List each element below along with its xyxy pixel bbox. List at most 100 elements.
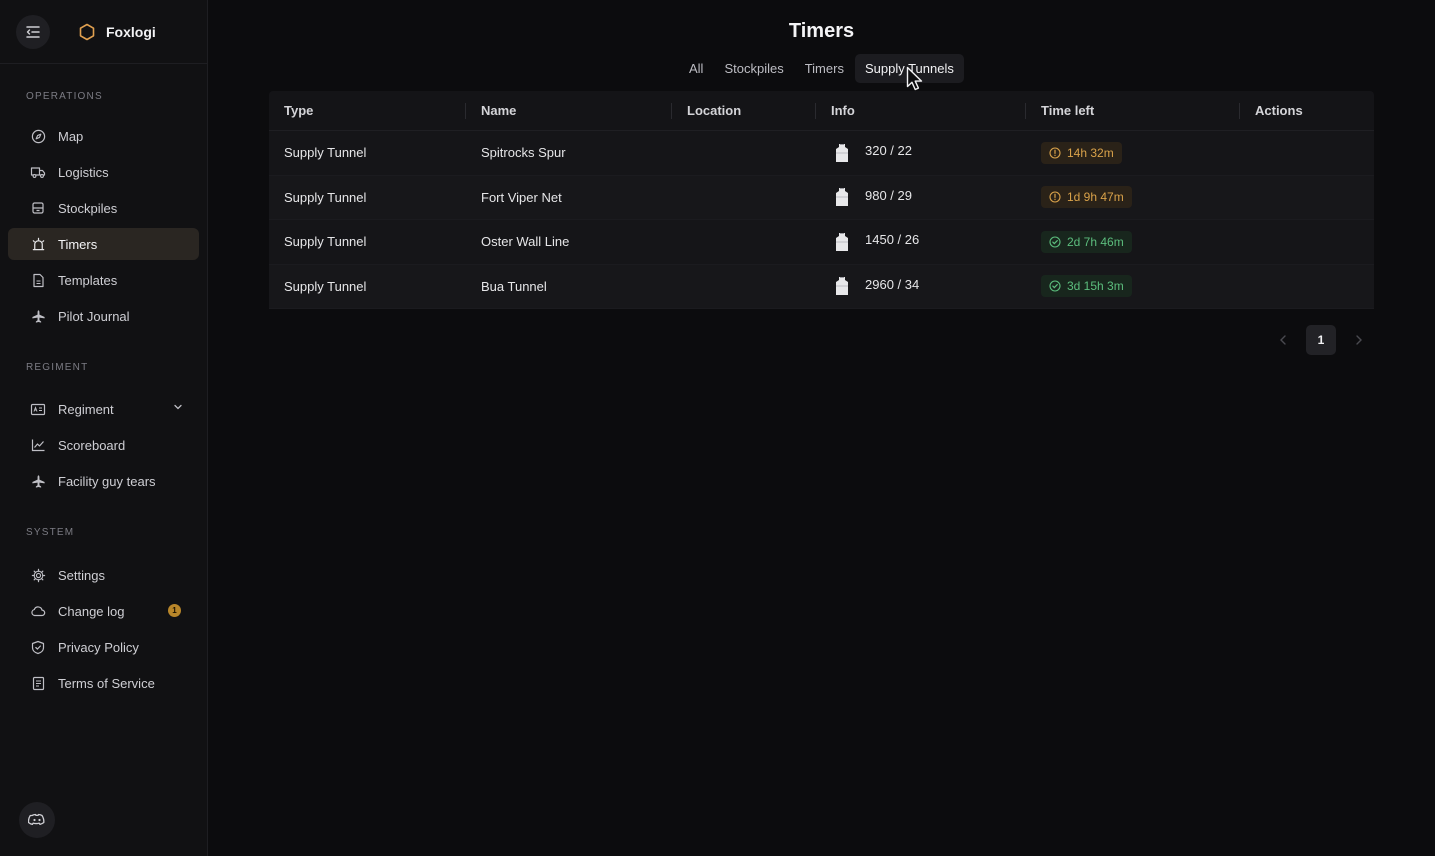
sidebar-item-templates[interactable]: Templates [8, 264, 199, 296]
column-header-location[interactable]: Location [671, 91, 815, 130]
sidebar-item-facility-guy-tears[interactable]: Facility guy tears [8, 465, 199, 497]
sidebar-item-timers[interactable]: Timers [8, 228, 199, 260]
sidebar-item-terms-of-service[interactable]: Terms of Service [8, 667, 199, 699]
check-circle-icon [1049, 280, 1061, 292]
info-value: 2960 / 34 [865, 276, 920, 292]
sidebar-item-label: Map [58, 128, 84, 144]
cell-type: Supply Tunnel [284, 278, 367, 294]
sidebar: Foxlogi OPERATIONS Map Logistics Stockpi… [0, 0, 208, 856]
cell-actions [1239, 176, 1374, 220]
id-card-icon [30, 401, 46, 417]
sidebar-item-scoreboard[interactable]: Scoreboard [8, 429, 199, 461]
sidebar-item-settings[interactable]: Settings [8, 559, 199, 591]
shield-check-icon [30, 639, 46, 655]
cell-time-left: 3d 15h 3m [1025, 265, 1239, 309]
sidebar-item-label: Scoreboard [58, 437, 126, 453]
sidebar-item-privacy-policy[interactable]: Privacy Policy [8, 631, 199, 663]
table-header: Type Name Location Info Time left Action… [269, 91, 1374, 131]
time-left-badge: 1d 9h 47m [1041, 186, 1132, 209]
tab-timers[interactable]: Timers [795, 54, 854, 83]
discord-button[interactable] [19, 802, 55, 838]
app-name: Foxlogi [106, 23, 156, 40]
notification-badge: 1 [168, 604, 181, 617]
chart-line-icon [30, 437, 46, 453]
section-label-operations: OPERATIONS [26, 91, 103, 102]
column-header-type[interactable]: Type [269, 91, 465, 130]
sidebar-item-label: Logistics [58, 164, 109, 180]
column-header-info[interactable]: Info [815, 91, 1025, 130]
sidebar-item-change-log[interactable]: Change log 1 [8, 595, 199, 627]
table-row[interactable]: Supply Tunnel Spitrocks Spur 320 / 22 14… [269, 131, 1374, 176]
sidebar-item-regiment[interactable]: Regiment [8, 393, 199, 425]
pagination: 1 [1272, 325, 1370, 355]
chevron-right-icon [1356, 335, 1362, 345]
collapse-sidebar-button[interactable] [16, 14, 50, 49]
sidebar-item-map[interactable]: Map [8, 120, 199, 152]
cell-actions [1239, 220, 1374, 264]
cell-time-left: 2d 7h 46m [1025, 220, 1239, 264]
section-label-system: SYSTEM [26, 527, 75, 538]
plane-icon [30, 308, 46, 324]
document-list-icon [30, 675, 46, 691]
time-left-value: 3d 15h 3m [1067, 279, 1124, 294]
table-row[interactable]: Supply Tunnel Bua Tunnel 2960 / 34 3d 15… [269, 264, 1374, 309]
discord-icon [28, 813, 45, 826]
cell-name: Bua Tunnel [481, 278, 547, 294]
section-label-regiment: REGIMENT [26, 362, 89, 373]
column-header-name[interactable]: Name [465, 91, 671, 130]
sidebar-item-label: Pilot Journal [58, 308, 130, 324]
column-header-actions: Actions [1239, 91, 1374, 130]
cell-name: Oster Wall Line [481, 234, 570, 250]
page-number-button[interactable]: 1 [1306, 325, 1336, 355]
gear-icon [30, 567, 46, 583]
cell-type: Supply Tunnel [284, 145, 367, 161]
timers-table: Type Name Location Info Time left Action… [269, 91, 1374, 309]
sidebar-item-label: Stockpiles [58, 200, 118, 216]
next-page-button[interactable] [1348, 326, 1370, 354]
cell-location [671, 176, 815, 220]
time-left-value: 2d 7h 46m [1067, 234, 1124, 249]
sidebar-item-logistics[interactable]: Logistics [8, 156, 199, 188]
check-circle-icon [1049, 236, 1061, 248]
clock-warning-icon [1049, 191, 1061, 203]
cell-location [671, 220, 815, 264]
supply-crate-icon [836, 143, 848, 162]
cell-info: 2960 / 34 [815, 265, 1025, 309]
truck-icon [30, 164, 46, 180]
sidebar-item-label: Change log [58, 603, 125, 619]
plane-icon [30, 473, 46, 489]
chevron-left-icon [1280, 335, 1286, 345]
sidebar-item-label: Regiment [58, 401, 114, 417]
supply-crate-icon [836, 188, 848, 207]
previous-page-button[interactable] [1272, 326, 1294, 354]
info-value: 1450 / 26 [865, 232, 920, 248]
cell-info: 320 / 22 [815, 131, 1025, 175]
table-row[interactable]: Supply Tunnel Oster Wall Line 1450 / 26 … [269, 220, 1374, 265]
sidebar-header: Foxlogi [0, 0, 207, 64]
cell-location [671, 265, 815, 309]
cell-info: 1450 / 26 [815, 220, 1025, 264]
tab-all[interactable]: All [679, 54, 713, 83]
chevron-down-icon[interactable] [173, 402, 183, 412]
sidebar-item-label: Timers [58, 236, 98, 252]
sidebar-item-stockpiles[interactable]: Stockpiles [8, 192, 199, 224]
compass-icon [30, 128, 46, 144]
sidebar-item-label: Privacy Policy [58, 639, 139, 655]
cloud-icon [30, 603, 46, 619]
cell-info: 980 / 29 [815, 176, 1025, 220]
time-left-badge: 14h 32m [1041, 141, 1122, 164]
table-row[interactable]: Supply Tunnel Fort Viper Net 980 / 29 1d… [269, 175, 1374, 220]
hexagon-logo-icon [79, 23, 95, 40]
sidebar-item-pilot-journal[interactable]: Pilot Journal [8, 300, 199, 332]
mouse-cursor-icon [906, 66, 923, 91]
brand[interactable]: Foxlogi [78, 23, 156, 41]
info-value: 320 / 22 [865, 143, 912, 159]
table-body: Supply Tunnel Spitrocks Spur 320 / 22 14… [269, 131, 1374, 309]
time-left-badge: 3d 15h 3m [1041, 275, 1132, 298]
clock-warning-icon [1049, 147, 1061, 159]
tab-stockpiles[interactable]: Stockpiles [714, 54, 793, 83]
column-header-time-left[interactable]: Time left [1025, 91, 1239, 130]
cell-location [671, 131, 815, 175]
sidebar-item-label: Terms of Service [58, 675, 155, 691]
cell-time-left: 1d 9h 47m [1025, 176, 1239, 220]
